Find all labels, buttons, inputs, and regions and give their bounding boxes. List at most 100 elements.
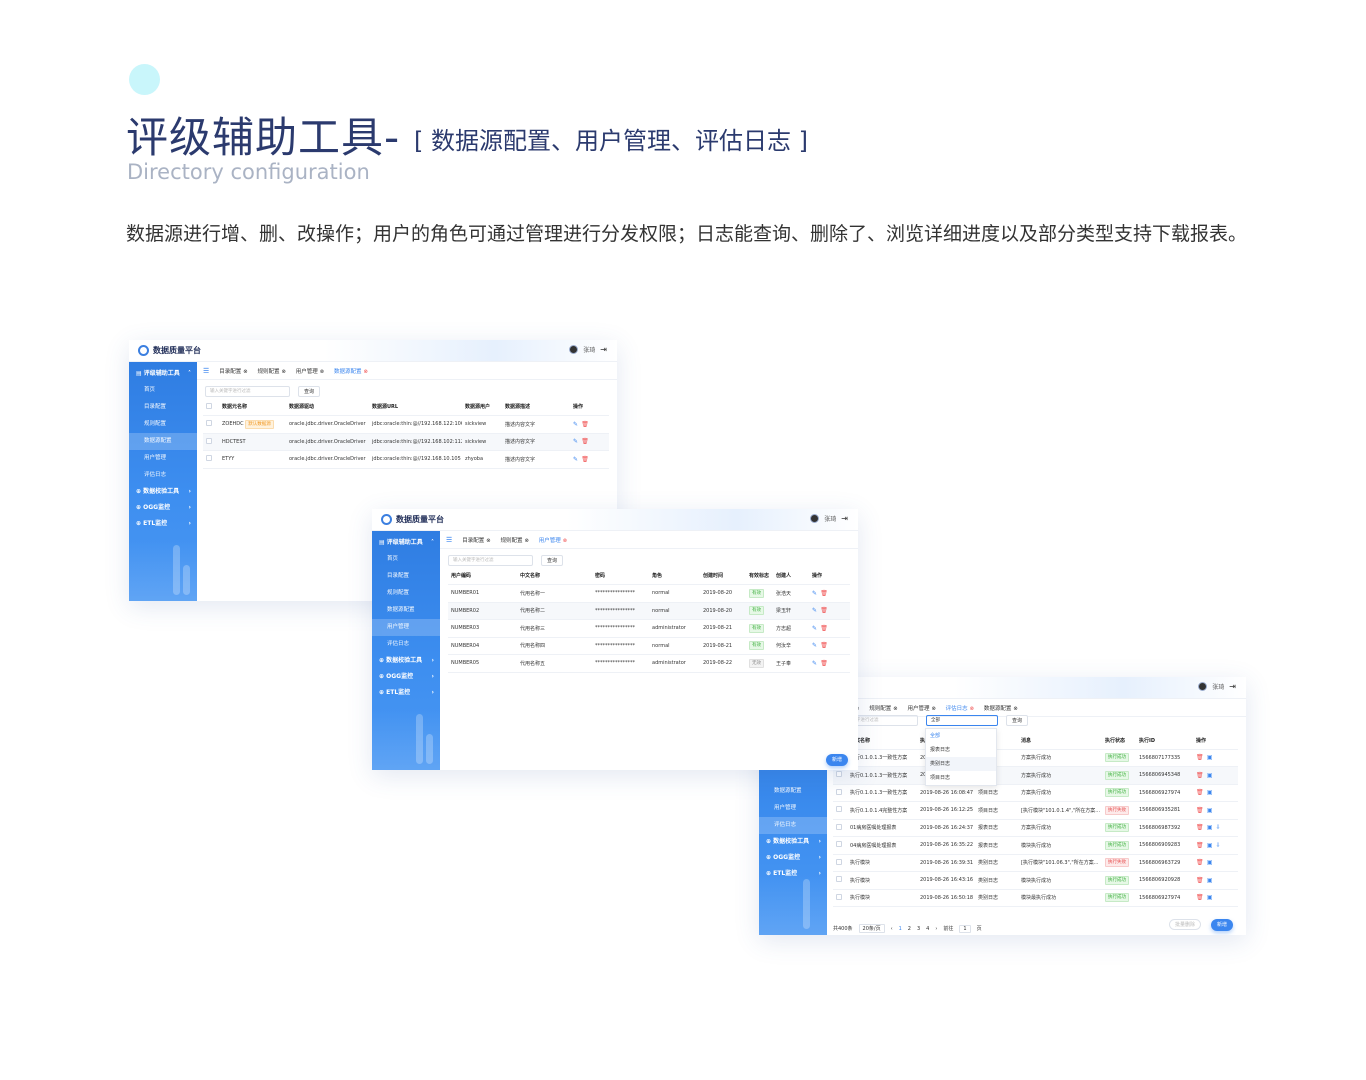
sidebar-item-datasource[interactable]: 数据源配置: [759, 783, 827, 800]
table-row[interactable]: 执行0.1.0.1.4完整性方案 2019-08-26 16:12:25 项目日志[…: [833, 801, 1238, 820]
sidebar-group-check[interactable]: ⊕ 数据校验工具 ›: [129, 484, 197, 500]
delete-icon[interactable]: 🗑: [1196, 772, 1204, 779]
edit-icon[interactable]: ✎: [573, 421, 578, 428]
table-row[interactable]: 01病房医嘱处理报表 2019-08-26 16:24:37 报表日志 方案执行成功执…: [833, 819, 1238, 837]
row-checkbox[interactable]: [836, 788, 842, 795]
view-detail-icon[interactable]: ▣: [1207, 754, 1213, 761]
tab-rules[interactable]: 规则配置 ⊗: [501, 536, 529, 544]
edit-icon[interactable]: ✎: [812, 660, 817, 667]
sidebar-item-home[interactable]: 首页: [129, 382, 197, 399]
download-icon[interactable]: ⇩: [1216, 824, 1221, 831]
tab-datasource[interactable]: 数据源配置 ⊗: [984, 704, 1018, 712]
row-checkbox[interactable]: [206, 420, 212, 427]
row-checkbox[interactable]: [206, 437, 212, 444]
user-box[interactable]: 张琦 ⇥: [569, 345, 607, 354]
logout-icon[interactable]: ⇥: [600, 345, 607, 354]
sidebar-group-rating[interactable]: ▤ 评级辅助工具 ˄: [129, 366, 197, 382]
add-button[interactable]: 新增: [1211, 919, 1234, 931]
logout-icon[interactable]: ⇥: [841, 514, 848, 523]
avatar[interactable]: [810, 514, 820, 523]
table-row[interactable]: 执行0.1.0.1.3一致性方案 20 方案执行成功 执行成功 156680717733…: [833, 749, 1238, 767]
sidebar-group-check[interactable]: ⊕ 数据校验工具 ›: [372, 653, 440, 669]
view-detail-icon[interactable]: ▣: [1207, 772, 1213, 779]
delete-icon[interactable]: 🗑: [1196, 754, 1204, 761]
user-box[interactable]: 张琦 ⇥: [1198, 682, 1236, 691]
table-row[interactable]: 执行模块 2019-08-26 16:39:31 类别日志 [执行模块"101.06.…: [833, 854, 1238, 872]
user-name[interactable]: 张琦: [1212, 682, 1224, 691]
tab-rules[interactable]: 规则配置 ⊗: [258, 367, 286, 375]
table-row[interactable]: ETYY oracle.jdbc.driver.OracleDriver jdbc:…: [203, 450, 609, 469]
row-checkbox[interactable]: [836, 893, 842, 900]
edit-icon[interactable]: ✎: [812, 607, 817, 614]
table-row[interactable]: NUMBER02 代用名称二 **************** normal 2019-…: [448, 602, 850, 620]
menu-icon[interactable]: ☰: [203, 367, 209, 375]
user-name[interactable]: 张琦: [824, 514, 836, 523]
row-checkbox[interactable]: [836, 841, 842, 848]
row-checkbox[interactable]: [836, 823, 842, 830]
table-row[interactable]: 04病房医嘱处理报表 2019-08-26 16:35:22 报表日志 模块执行成功执…: [833, 836, 1238, 855]
row-checkbox[interactable]: [206, 455, 212, 462]
delete-icon[interactable]: 🗑: [820, 642, 828, 649]
sidebar-group-etl[interactable]: ⊕ ETL监控 ›: [372, 685, 440, 701]
edit-icon[interactable]: ✎: [573, 438, 578, 445]
sidebar-item-rules[interactable]: 规则配置: [129, 416, 197, 433]
delete-icon[interactable]: 🗑: [1196, 859, 1204, 866]
view-detail-icon[interactable]: ▣: [1207, 842, 1213, 849]
sidebar-group-check[interactable]: ⊕ 数据校验工具 ›: [759, 834, 827, 850]
query-button[interactable]: 查询: [541, 555, 564, 566]
table-row[interactable]: 执行模块 2019-08-26 16:43:16 类别日志 模块执行成功 执行成功 156…: [833, 871, 1238, 890]
delete-icon[interactable]: 🗑: [820, 625, 828, 632]
prev-page-icon[interactable]: ‹: [891, 926, 893, 932]
sidebar-item-datasource[interactable]: 数据源配置: [372, 602, 440, 619]
delete-icon[interactable]: 🗑: [1196, 842, 1204, 849]
tab-rules[interactable]: 规则配置 ⊗: [869, 704, 897, 712]
edit-icon[interactable]: ✎: [812, 642, 817, 649]
sidebar-item-logs[interactable]: 评估日志: [372, 636, 440, 653]
user-box[interactable]: 张琦 ⇥: [810, 514, 848, 523]
table-row[interactable]: NUMBER05 代用名称五 **************** administrat…: [448, 654, 850, 673]
menu-icon[interactable]: ☰: [446, 536, 452, 544]
select-all-checkbox[interactable]: [206, 402, 212, 409]
table-row[interactable]: HDCTEST oracle.jdbc.driver.OracleDriver jd…: [203, 433, 609, 451]
delete-icon[interactable]: 🗑: [1196, 789, 1204, 796]
sidebar-item-catalog[interactable]: 目录配置: [372, 568, 440, 585]
sidebar-item-users[interactable]: 用户管理: [759, 800, 827, 817]
sidebar-group-etl[interactable]: ⊕ ETL监控 ›: [129, 516, 197, 532]
view-detail-icon[interactable]: ▣: [1207, 859, 1213, 866]
tab-users[interactable]: 用户管理 ⊗: [296, 367, 324, 375]
page-number[interactable]: 3: [917, 926, 920, 932]
next-page-icon[interactable]: ›: [935, 926, 937, 932]
logout-icon[interactable]: ⇥: [1229, 682, 1236, 691]
sidebar-item-users[interactable]: 用户管理: [372, 619, 440, 636]
add-button[interactable]: 新增: [826, 754, 849, 766]
table-row[interactable]: 执行模块 2019-08-26 16:50:18 类别日志 模块最执行成功 执行成功 15…: [833, 889, 1238, 907]
sidebar-item-rules[interactable]: 规则配置: [372, 585, 440, 602]
delete-icon[interactable]: 🗑: [1196, 894, 1204, 901]
view-detail-icon[interactable]: ▣: [1207, 877, 1213, 884]
download-icon[interactable]: ⇩: [1216, 842, 1221, 849]
sidebar-group-ogg[interactable]: ⊕ OGG监控 ›: [759, 850, 827, 866]
view-detail-icon[interactable]: ▣: [1207, 894, 1213, 901]
sidebar-group-ogg[interactable]: ⊕ OGG监控 ›: [129, 500, 197, 516]
page-size-select[interactable]: 20条/页: [858, 924, 885, 933]
sidebar-item-logs[interactable]: 评估日志: [129, 467, 197, 484]
dropdown-option[interactable]: 项目日志: [926, 771, 996, 785]
edit-icon[interactable]: ✎: [812, 590, 817, 597]
delete-icon[interactable]: 🗑: [820, 590, 828, 597]
page-number[interactable]: 1: [899, 926, 902, 932]
delete-icon[interactable]: 🗑: [1196, 807, 1204, 814]
delete-icon[interactable]: 🗑: [1196, 824, 1204, 831]
page-number[interactable]: 2: [908, 926, 911, 932]
table-row[interactable]: NUMBER01 代用名称一 **************** normal 2019-…: [448, 584, 850, 603]
batch-delete-button[interactable]: 批量删除: [1169, 919, 1202, 930]
edit-icon[interactable]: ✎: [573, 456, 578, 463]
delete-icon[interactable]: 🗑: [1196, 877, 1204, 884]
tab-catalog[interactable]: 目录配置⊗: [462, 536, 490, 544]
edit-icon[interactable]: ✎: [812, 625, 817, 632]
sidebar-item-users[interactable]: 用户管理: [129, 450, 197, 467]
table-row[interactable]: 执行0.1.0.1.3一致性方案 20 方案执行成功 执行成功 156680694534…: [833, 766, 1238, 785]
sidebar-group-ogg[interactable]: ⊕ OGG监控 ›: [372, 669, 440, 685]
search-input[interactable]: 输入关键字进行过滤: [448, 555, 533, 566]
query-button[interactable]: 查询: [1006, 715, 1029, 726]
page-number[interactable]: 4: [926, 926, 929, 932]
